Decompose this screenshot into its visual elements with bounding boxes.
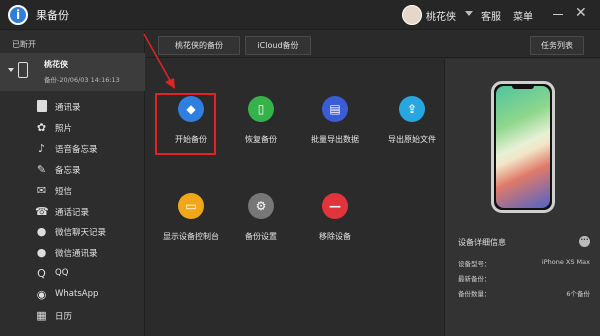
chevron-down-icon[interactable] [465,11,473,16]
sidebar-item-label: 日历 [55,312,73,322]
device-details-heading: 设备详细信息 [458,238,506,247]
close-icon[interactable]: ✕ [575,5,587,21]
highlight-box [155,93,216,155]
wechat-contacts-icon: ● [36,246,47,260]
app-logo-icon: i [8,5,28,25]
toolbar: 桃花侠的备份 iCloud备份 任务列表 [146,31,600,58]
sidebar-item-0[interactable]: 通讯录 [0,96,145,117]
sidebar-item-label: 照片 [55,123,73,134]
export-data-icon[interactable]: ▤ [322,96,348,122]
settings-gear-icon[interactable]: ⚙ [248,193,274,219]
remove-icon[interactable]: — [322,193,348,219]
device-detail-row: 备份数量： 6个备份 [458,288,590,300]
tab-icloud-backup[interactable]: iCloud备份 [245,36,311,55]
console-icon[interactable]: ▭ [178,193,204,219]
sidebar-item-7[interactable]: ● 微信通讯录 [0,242,145,263]
upload-file-icon[interactable]: ⇪ [399,96,425,122]
sidebar-item-3[interactable]: ✎ 备忘录 [0,159,145,180]
sidebar-item-2[interactable]: ♪ 语音备忘录 [0,138,145,159]
device-detail-row: 设备型号： iPhone XS Max [458,258,590,270]
sidebar-item-label: 通话记录 [55,207,90,218]
sidebar-item-6[interactable]: ● 微信聊天记录 [0,221,145,242]
sidebar-item-label: 语音备忘录 [55,144,98,155]
sidebar: 已断开 桃花侠 备份-20/06/03 14:16:13 通讯录 ✿ 照片 ♪ 语音备忘… [0,31,145,336]
sidebar-item-8[interactable]: Q QQ [0,263,145,284]
sidebar-item-label: 通讯录 [55,103,81,113]
user-avatar[interactable] [402,5,422,25]
phone-restore-icon[interactable]: ▯ [248,96,274,122]
sidebar-item-4[interactable]: ✉ 短信 [0,180,145,201]
device-detail-row: 最新备份： [458,273,590,285]
device-name: 桃花侠 [44,60,68,69]
device-panel: 设备详细信息 ··· 设备型号： iPhone XS Max 最新备份： 备份数量： 6… [444,59,600,336]
title-bar: i 果备份 桃花侠 客服 菜单 ✕ [0,0,600,30]
app-title: 果备份 [36,9,69,22]
sidebar-item-label: WhatsApp [55,289,99,300]
notes-icon: ✎ [36,162,47,176]
phone-notch [512,84,534,89]
calendar-icon: ▦ [36,309,47,322]
more-icon[interactable]: ··· [579,236,590,247]
action-remove[interactable]: — 移除设备 [290,193,380,263]
microphone-icon: ♪ [37,141,46,155]
photos-icon: ✿ [36,120,47,134]
message-icon: ✉ [36,183,47,197]
connection-status: 已断开 [12,40,36,49]
action-label: 移除设备 [319,232,351,241]
customer-service-link[interactable]: 客服 [481,8,501,23]
sidebar-item-label: QQ [55,268,69,279]
sidebar-item-label: 微信通讯录 [55,249,98,260]
sidebar-item-9[interactable]: ◉ WhatsApp [0,284,145,305]
device-backup-time: 备份-20/06/03 14:16:13 [44,76,120,84]
qq-icon: Q [37,267,46,281]
phone-screen [496,86,550,208]
phone-call-icon: ☎ [35,204,49,218]
minimize-icon[interactable] [553,14,563,15]
sidebar-item-1[interactable]: ✿ 照片 [0,117,145,138]
contacts-icon [35,100,48,113]
menu-link[interactable]: 菜单 [513,8,533,23]
detail-label: 设备型号： [458,260,491,268]
detail-value: 6个备份 [566,290,590,298]
detail-value: iPhone XS Max [541,258,590,266]
sidebar-item-label: 备忘录 [55,165,81,176]
detail-label: 最新备份： [458,275,491,283]
task-list-button[interactable]: 任务列表 [530,36,584,55]
sidebar-item-label: 短信 [55,186,73,197]
whatsapp-icon: ◉ [36,288,47,302]
detail-label: 备份数量： [458,290,491,298]
sidebar-item-10[interactable]: ▦ 日历 [0,305,145,326]
expand-arrow-icon[interactable] [8,68,14,72]
tab-my-backup[interactable]: 桃花侠的备份 [158,36,240,55]
sidebar-item-5[interactable]: ☎ 通话记录 [0,201,145,222]
username[interactable]: 桃花侠 [426,8,456,23]
phone-icon [18,62,28,78]
sidebar-item-label: 微信聊天记录 [55,228,107,239]
wechat-icon: ● [36,225,47,239]
iphone-image [491,81,555,213]
device-item[interactable]: 桃花侠 备份-20/06/03 14:16:13 [0,53,145,91]
